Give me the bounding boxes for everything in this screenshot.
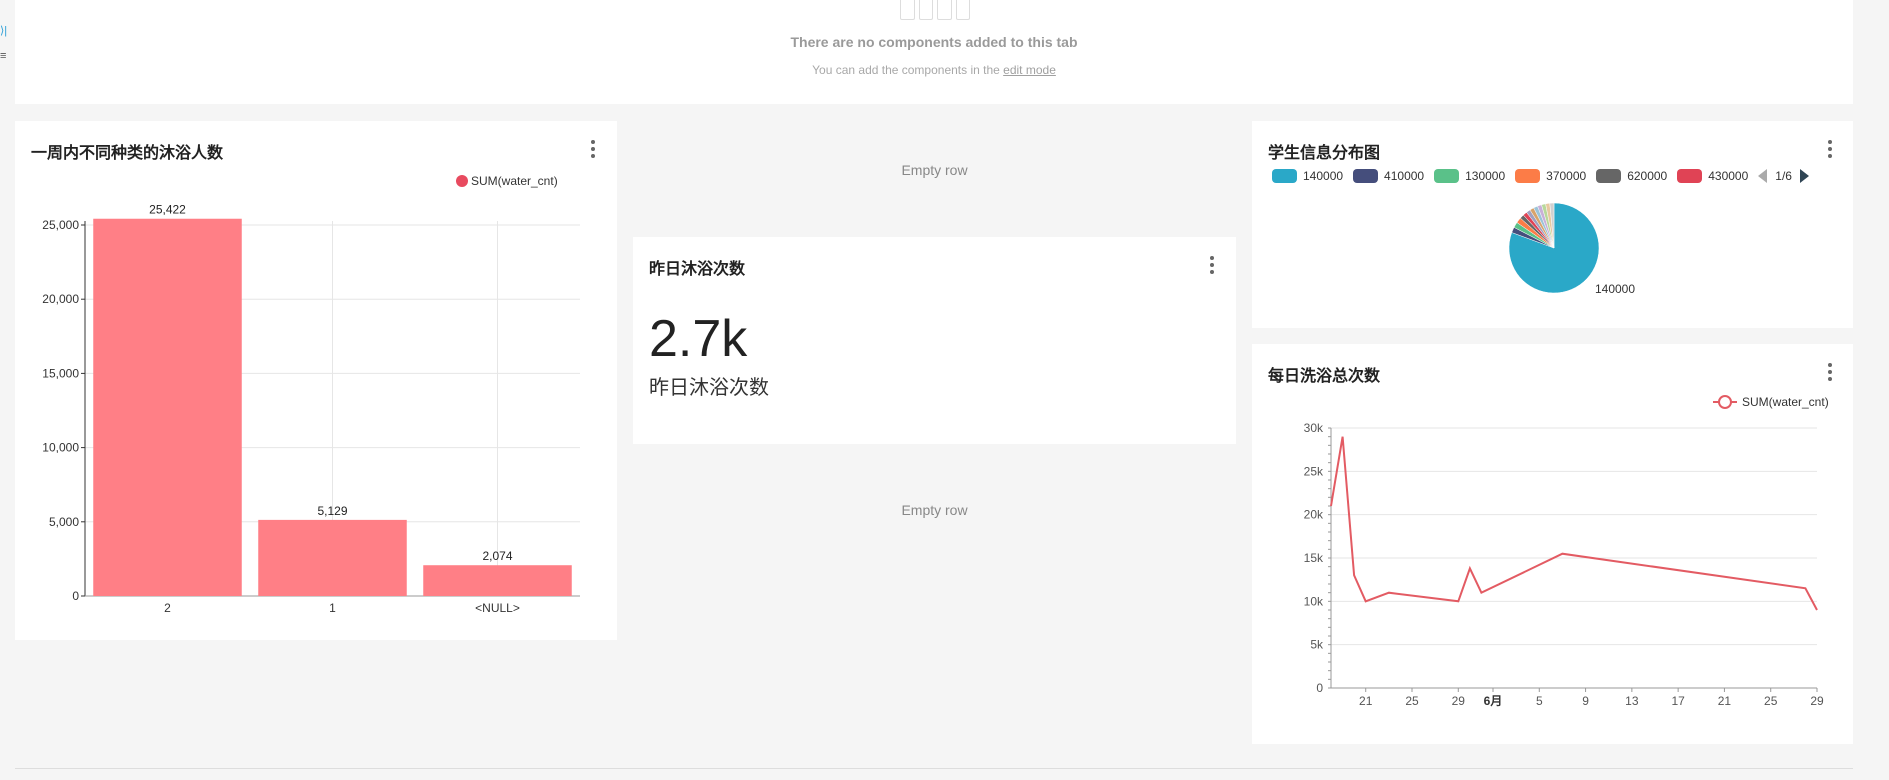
hint-text: You can add the components in the xyxy=(812,63,1000,77)
x-tick-label: 1 xyxy=(329,601,336,615)
clipped-filter-icon[interactable]: ≡ xyxy=(0,50,6,62)
line-chart-card: 每日洗浴总次数 SUM(water_cnt) 0 5k 10k 15k 20k 25k 30k… xyxy=(1252,344,1853,744)
y-tick-label: 0 xyxy=(1316,681,1323,695)
big-number-title: 昨日沐浴次数 xyxy=(649,261,746,278)
y-tick-label: 30k xyxy=(1304,421,1324,435)
divider xyxy=(15,768,1853,769)
x-tick-label: 13 xyxy=(1625,694,1639,708)
data-label: 25,422 xyxy=(149,203,186,217)
edit-mode-link[interactable]: edit mode xyxy=(1003,63,1056,77)
pie-slice-label: 140000 xyxy=(1595,282,1635,296)
x-tick-label: 6月 xyxy=(1484,694,1503,708)
y-tick-label: 15,000 xyxy=(42,366,79,380)
series-line xyxy=(1330,436,1818,611)
x-tick-label: 2 xyxy=(164,601,171,615)
more-menu-icon[interactable] xyxy=(1210,256,1214,274)
bar xyxy=(423,565,572,596)
data-label: 2,074 xyxy=(482,549,512,563)
data-label: 5,129 xyxy=(317,504,347,518)
y-tick-label: 5k xyxy=(1310,638,1324,652)
legend-label: SUM(water_cnt) xyxy=(1742,395,1829,409)
big-number-card: 昨日沐浴次数 2.7k 昨日沐浴次数 xyxy=(633,237,1236,444)
y-tick-label: 25,000 xyxy=(42,218,79,232)
x-tick-label: 25 xyxy=(1764,694,1778,708)
x-tick-label: 21 xyxy=(1718,694,1732,708)
y-tick-label: 15k xyxy=(1304,551,1324,565)
y-tick-label: 20k xyxy=(1304,508,1324,522)
x-tick-label: <NULL> xyxy=(475,601,520,615)
y-tick-label: 10,000 xyxy=(42,441,79,455)
empty-components-icon xyxy=(900,0,970,22)
y-tick-label: 20,000 xyxy=(42,292,79,306)
y-tick-label: 0 xyxy=(72,589,79,603)
bar xyxy=(93,218,242,596)
legend-marker xyxy=(456,175,468,187)
x-tick-label: 5 xyxy=(1536,694,1543,708)
y-tick-label: 5,000 xyxy=(49,515,79,529)
no-components-hint: You can add the components in the edit m… xyxy=(15,63,1853,77)
x-tick-label: 25 xyxy=(1405,694,1419,708)
x-tick-label: 29 xyxy=(1810,694,1824,708)
x-tick-label: 21 xyxy=(1359,694,1373,708)
legend-label: SUM(water_cnt) xyxy=(471,174,558,188)
no-components-message: There are no components added to this ta… xyxy=(790,34,1078,50)
empty-row: Empty row xyxy=(901,162,968,178)
legend-marker xyxy=(1718,395,1732,409)
pie-chart-card: 学生信息分布图 140000 410000 130000 370000 6200… xyxy=(1252,121,1853,328)
big-number-subtitle: 昨日沐浴次数 xyxy=(649,377,769,399)
x-tick-label: 9 xyxy=(1582,694,1589,708)
big-number-value: 2.7k xyxy=(649,310,748,368)
y-tick-label: 10k xyxy=(1304,594,1324,608)
empty-row: Empty row xyxy=(901,502,968,518)
line-chart: SUM(water_cnt) 0 5k 10k 15k 20k 25k 30k 21 25 29 6月… xyxy=(1304,395,1829,708)
y-tick-label: 25k xyxy=(1304,464,1324,478)
bar-chart: SUM(water_cnt)05,00010,00015,00020,00025… xyxy=(42,174,580,615)
clipped-nav-icon[interactable]: ⟩| xyxy=(0,24,7,37)
x-tick-label: 17 xyxy=(1671,694,1685,708)
bar-chart-card: 一周内不同种类的沐浴人数 SUM(water_cnt) 0 5,000 10,000 1… xyxy=(15,121,617,640)
bar xyxy=(258,519,407,596)
x-tick-label: 29 xyxy=(1452,694,1466,708)
pie-chart: 140000 xyxy=(1508,202,1635,296)
